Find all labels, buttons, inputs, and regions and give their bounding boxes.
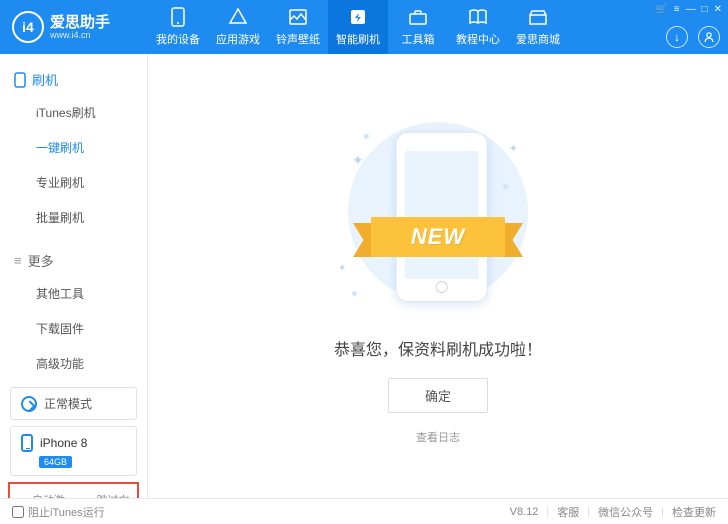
menu-icon[interactable]: ≡ xyxy=(674,4,680,15)
mode-box[interactable]: 正常模式 xyxy=(10,387,137,420)
sidebar-item-advanced[interactable]: 高级功能 xyxy=(0,346,147,381)
nav-apps[interactable]: 应用游戏 xyxy=(208,0,268,54)
sidebar-group-more: ≡ 更多 其他工具 下载固件 高级功能 xyxy=(0,235,147,381)
user-icon[interactable] xyxy=(698,26,720,48)
sidebar-bottom: 正常模式 iPhone 8 64GB 自动激活 跳过向导 xyxy=(0,381,147,498)
nav-label: 我的设备 xyxy=(156,31,200,47)
nav-label: 爱思商城 xyxy=(516,31,560,47)
main-content: ✦ ✦ ✦ NEW 恭喜您，保资料刷机成功啦！ 确定 查看日志 xyxy=(148,54,728,498)
device-name: iPhone 8 xyxy=(40,436,87,450)
hamburger-icon: ≡ xyxy=(14,253,22,268)
logo-icon: i4 xyxy=(12,11,44,43)
sidebar-header-flash[interactable]: 刷机 xyxy=(0,64,147,95)
nav-label: 工具箱 xyxy=(402,31,435,47)
brand-url: www.i4.cn xyxy=(50,30,110,40)
sidebar-item-batch-flash[interactable]: 批量刷机 xyxy=(0,200,147,235)
sidebar: 刷机 iTunes刷机 一键刷机 专业刷机 批量刷机 ≡ 更多 其他工具 下载固… xyxy=(0,54,148,498)
body: 刷机 iTunes刷机 一键刷机 专业刷机 批量刷机 ≡ 更多 其他工具 下载固… xyxy=(0,54,728,498)
ok-button[interactable]: 确定 xyxy=(388,378,488,413)
sidebar-header-more[interactable]: ≡ 更多 xyxy=(0,245,147,276)
device-icon xyxy=(21,434,33,452)
nav-store[interactable]: 爱思商城 xyxy=(508,0,568,54)
nav-label: 智能刷机 xyxy=(336,31,380,47)
block-itunes-checkbox[interactable]: 阻止iTunes运行 xyxy=(12,504,105,520)
picture-icon xyxy=(288,7,308,27)
device-box[interactable]: iPhone 8 64GB xyxy=(10,426,137,476)
nav-my-device[interactable]: 我的设备 xyxy=(148,0,208,54)
store-icon xyxy=(528,7,548,27)
view-log-link[interactable]: 查看日志 xyxy=(416,429,460,445)
nav-label: 铃声壁纸 xyxy=(276,31,320,47)
brand-name: 爱思助手 xyxy=(50,15,110,30)
phone-icon xyxy=(168,7,188,27)
logo-text-wrap: 爱思助手 www.i4.cn xyxy=(50,15,110,40)
nav-flash[interactable]: 智能刷机 xyxy=(328,0,388,54)
toolbox-icon xyxy=(408,7,428,27)
mode-label: 正常模式 xyxy=(44,395,92,412)
sparkle-icon: ✦ xyxy=(509,142,518,155)
logo-area[interactable]: i4 爱思助手 www.i4.cn xyxy=(0,11,148,43)
new-ribbon: NEW xyxy=(353,209,523,265)
sidebar-item-other-tools[interactable]: 其他工具 xyxy=(0,276,147,311)
maximize-button[interactable]: □ xyxy=(702,4,708,15)
header-right: ↓ xyxy=(666,26,720,48)
sidebar-item-download-firmware[interactable]: 下载固件 xyxy=(0,311,147,346)
header: i4 爱思助手 www.i4.cn 我的设备 应用游戏 铃声壁纸 智能刷机 工具… xyxy=(0,0,728,54)
apps-icon xyxy=(228,7,248,27)
mode-icon xyxy=(21,396,37,412)
close-button[interactable]: ✕ xyxy=(714,4,722,15)
nav-label: 教程中心 xyxy=(456,31,500,47)
nav-ringtones[interactable]: 铃声壁纸 xyxy=(268,0,328,54)
nav-label: 应用游戏 xyxy=(216,31,260,47)
flash-options: 自动激活 跳过向导 xyxy=(8,482,139,498)
nav-toolbox[interactable]: 工具箱 xyxy=(388,0,448,54)
minimize-button[interactable]: — xyxy=(686,4,696,15)
book-icon xyxy=(468,7,488,27)
download-icon[interactable]: ↓ xyxy=(666,26,688,48)
nav-tutorials[interactable]: 教程中心 xyxy=(448,0,508,54)
window-controls: 🛒 ≡ — □ ✕ xyxy=(655,4,722,15)
sparkle-icon: ✦ xyxy=(338,263,346,274)
sidebar-title: 更多 xyxy=(28,251,54,270)
footer: 阻止iTunes运行 V8.12 | 客服 | 微信公众号 | 检查更新 xyxy=(0,498,728,524)
sidebar-item-pro-flash[interactable]: 专业刷机 xyxy=(0,165,147,200)
footer-link-support[interactable]: 客服 xyxy=(557,504,579,520)
ribbon-text: NEW xyxy=(371,217,505,257)
sidebar-item-oneclick-flash[interactable]: 一键刷机 xyxy=(0,130,147,165)
footer-right: V8.12 | 客服 | 微信公众号 | 检查更新 xyxy=(510,504,716,520)
storage-badge: 64GB xyxy=(39,456,72,468)
block-itunes-label: 阻止iTunes运行 xyxy=(28,504,105,520)
device-small-icon xyxy=(14,72,26,88)
footer-link-wechat[interactable]: 微信公众号 xyxy=(598,504,653,520)
sparkle-icon: ✦ xyxy=(352,152,364,169)
sidebar-item-itunes-flash[interactable]: iTunes刷机 xyxy=(0,95,147,130)
sidebar-title: 刷机 xyxy=(32,70,58,89)
top-nav: 我的设备 应用游戏 铃声壁纸 智能刷机 工具箱 教程中心 爱思商城 xyxy=(148,0,568,54)
flash-icon xyxy=(348,7,368,27)
cart-icon[interactable]: 🛒 xyxy=(655,4,667,15)
footer-link-update[interactable]: 检查更新 xyxy=(672,504,716,520)
success-message: 恭喜您，保资料刷机成功啦！ xyxy=(334,336,542,360)
version-label: V8.12 xyxy=(510,506,539,518)
success-illustration: ✦ ✦ ✦ NEW xyxy=(328,114,548,314)
sidebar-group-flash: 刷机 iTunes刷机 一键刷机 专业刷机 批量刷机 xyxy=(0,54,147,235)
